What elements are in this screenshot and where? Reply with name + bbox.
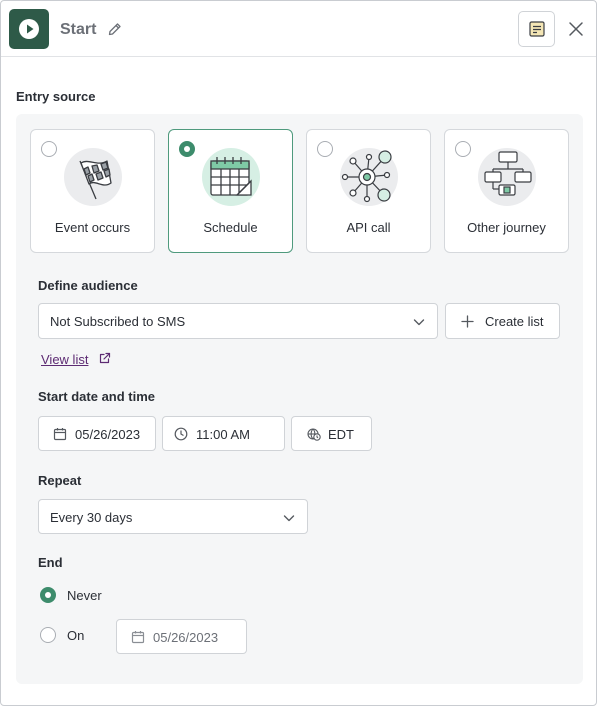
flowchart-icon [477, 147, 537, 207]
globe-clock-icon [307, 428, 321, 441]
entry-option-event-occurs[interactable]: Event occurs [30, 129, 155, 253]
play-icon [9, 9, 49, 49]
start-time-field[interactable]: 11:00 AM [162, 416, 285, 451]
pencil-icon[interactable] [107, 21, 123, 37]
entry-radio-schedule[interactable] [179, 141, 195, 157]
page-title: Start [60, 21, 97, 38]
entry-option-api-call[interactable]: API call [306, 129, 431, 253]
checkered-flag-icon [63, 147, 123, 207]
start-date-field[interactable]: 05/26/2023 [38, 416, 156, 451]
view-list-link[interactable]: View list [41, 352, 88, 367]
plus-icon [461, 315, 474, 328]
notes-button[interactable] [518, 11, 555, 47]
repeat-label: Repeat [38, 473, 82, 488]
entry-option-schedule[interactable]: Schedule [168, 129, 293, 253]
timezone-field[interactable]: EDT [291, 416, 372, 451]
calendar-small-icon [53, 428, 67, 441]
entry-option-label: Event occurs [54, 220, 131, 235]
end-never-radio[interactable] [40, 587, 56, 603]
end-on-radio[interactable] [40, 627, 56, 643]
timezone-value: EDT [328, 427, 354, 442]
notes-icon [528, 21, 545, 37]
end-label: End [38, 555, 63, 570]
end-date-value: 05/26/2023 [153, 630, 219, 645]
start-date-value: 05/26/2023 [75, 427, 141, 442]
repeat-select-value: Every 30 days [50, 510, 133, 525]
start-panel: Start Entry source Event occurs Schedule… [0, 0, 597, 706]
chevron-down-icon [413, 319, 425, 326]
define-audience-label: Define audience [38, 278, 138, 293]
entry-source-label: Entry source [16, 89, 96, 104]
audience-select[interactable]: Not Subscribed to SMS [38, 303, 438, 339]
start-time-value: 11:00 AM [196, 427, 250, 442]
entry-option-label: Other journey [467, 220, 546, 235]
chevron-down-icon [283, 515, 295, 522]
end-never-label: Never [67, 588, 102, 603]
close-icon[interactable] [567, 20, 585, 38]
audience-select-value: Not Subscribed to SMS [50, 314, 186, 329]
entry-radio-event-occurs[interactable] [41, 141, 57, 157]
entry-radio-other-journey[interactable] [455, 141, 471, 157]
calendar-small-icon [131, 631, 145, 644]
repeat-select[interactable]: Every 30 days [38, 499, 308, 534]
clock-icon [174, 427, 188, 441]
create-list-label: Create list [485, 314, 544, 329]
entry-option-label: API call [346, 220, 391, 235]
external-link-icon[interactable] [98, 352, 111, 365]
start-date-time-label: Start date and time [38, 389, 156, 404]
calendar-icon [201, 147, 261, 207]
entry-option-label: Schedule [203, 220, 258, 235]
end-on-label: On [67, 628, 85, 643]
end-date-field[interactable]: 05/26/2023 [116, 619, 247, 654]
network-icon [339, 147, 399, 207]
entry-option-other-journey[interactable]: Other journey [444, 129, 569, 253]
entry-radio-api-call[interactable] [317, 141, 333, 157]
panel-header: Start [1, 1, 596, 57]
create-list-button[interactable]: Create list [445, 303, 560, 339]
